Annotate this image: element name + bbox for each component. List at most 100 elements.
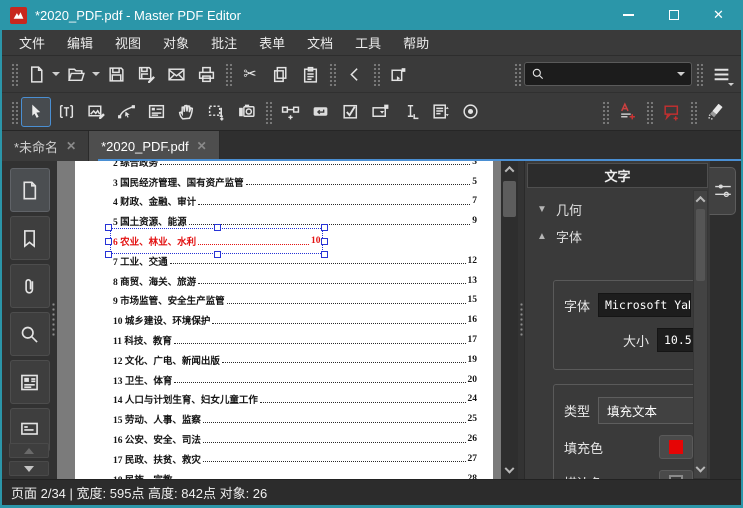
- toc-row[interactable]: 12 文化、广电、新闻出版 19: [113, 350, 477, 370]
- toc-row[interactable]: 13 卫生、体育 20: [113, 370, 477, 390]
- print-button[interactable]: [191, 59, 221, 89]
- toolbar-grip[interactable]: [264, 99, 272, 124]
- search-dropdown-icon[interactable]: [677, 72, 685, 76]
- stroke-color-button[interactable]: [659, 470, 693, 479]
- selection-handle[interactable]: [321, 238, 329, 246]
- tab-close-icon[interactable]: ✕: [197, 139, 207, 153]
- edit-text-tool[interactable]: [51, 97, 81, 127]
- email-button[interactable]: [161, 59, 191, 89]
- toc-row[interactable]: 18 民族、宗教 28: [113, 469, 477, 479]
- properties-flyout-tab[interactable]: [709, 167, 736, 215]
- panel-scrollbar[interactable]: [693, 190, 708, 479]
- toc-row[interactable]: 17 民政、扶贫、救灾 27: [113, 449, 477, 469]
- text-type-dropdown[interactable]: 填充文本: [598, 397, 699, 424]
- sidebar-scroll-down-button[interactable]: [9, 461, 49, 476]
- toc-row[interactable]: 9 市场监管、安全生产监管 15: [113, 291, 477, 311]
- edit-forms-tool[interactable]: [141, 97, 171, 127]
- undo-back-button[interactable]: [339, 59, 369, 89]
- toc-row[interactable]: 2 综合政务 3: [113, 161, 477, 172]
- tab-2020-pdf[interactable]: *2020_PDF.pdf ✕: [89, 131, 220, 161]
- toolbar-grip[interactable]: [10, 99, 18, 124]
- toolbar-grip[interactable]: [601, 99, 609, 124]
- main-menu-button[interactable]: [706, 59, 736, 89]
- cut-button[interactable]: ✂: [235, 59, 265, 89]
- form-fields-panel-button[interactable]: [9, 360, 50, 404]
- close-button[interactable]: ✕: [696, 0, 741, 30]
- menu-edit[interactable]: 编辑: [56, 30, 104, 55]
- menu-annotation[interactable]: 批注: [200, 30, 248, 55]
- toc-row[interactable]: 6 农业、林业、水利 10: [105, 224, 329, 258]
- open-button[interactable]: [61, 59, 91, 89]
- radiobutton-tool[interactable]: [455, 97, 485, 127]
- pdf-page[interactable]: 2 综合政务 3 3 国民经济管理、国有资产监管 5 4 财政、金融、审计 7 …: [75, 161, 493, 479]
- selection-handle[interactable]: [321, 250, 329, 258]
- selection-handle[interactable]: [321, 224, 329, 232]
- selection-handle[interactable]: [213, 250, 221, 258]
- sidebar-scroll-up-button[interactable]: [9, 443, 49, 458]
- add-text-tool[interactable]: [612, 97, 642, 127]
- panel-scroll-up-button[interactable]: [694, 191, 707, 207]
- maximize-button[interactable]: [651, 0, 696, 30]
- checkbox-tool[interactable]: [335, 97, 365, 127]
- toolbar-grip[interactable]: [695, 62, 703, 86]
- toolbar-grip[interactable]: [689, 99, 697, 124]
- fill-color-button[interactable]: [659, 435, 693, 459]
- toc-row[interactable]: 16 公安、安全、司法 26: [113, 429, 477, 449]
- select-tool[interactable]: [21, 96, 51, 127]
- eraser-highlighter-tool[interactable]: [700, 97, 730, 127]
- menu-view[interactable]: 视图: [104, 30, 152, 55]
- hand-tool[interactable]: [171, 97, 201, 127]
- toolbar-grip[interactable]: [645, 99, 653, 124]
- scroll-up-button[interactable]: [501, 161, 518, 177]
- menu-document[interactable]: 文档: [296, 30, 344, 55]
- font-section-header[interactable]: ▲ 字体: [537, 223, 690, 250]
- panel-scroll-down-button[interactable]: [694, 462, 707, 478]
- toolbar-grip[interactable]: [513, 62, 521, 86]
- search-input[interactable]: [550, 67, 672, 81]
- font-name-field[interactable]: Microsoft YaHei: [598, 293, 691, 317]
- toc-row[interactable]: 15 劳动、人事、监察 25: [113, 409, 477, 429]
- edit-image-tool[interactable]: [81, 97, 111, 127]
- paste-button[interactable]: [295, 59, 325, 89]
- scrollbar-thumb[interactable]: [503, 181, 516, 217]
- app-logo-icon[interactable]: [10, 6, 27, 24]
- link-tool[interactable]: [275, 97, 305, 127]
- open-dropdown[interactable]: [91, 59, 101, 89]
- tab-untitled[interactable]: *未命名 ✕: [2, 131, 90, 161]
- selection-handle[interactable]: [213, 224, 221, 232]
- selection-handle[interactable]: [105, 224, 112, 232]
- document-scrollbar[interactable]: [501, 161, 518, 479]
- textfield-tool[interactable]: [395, 97, 425, 127]
- menu-file[interactable]: 文件: [8, 30, 56, 55]
- save-button[interactable]: [101, 59, 131, 89]
- selection-handle[interactable]: [105, 238, 112, 246]
- tab-close-icon[interactable]: ✕: [66, 139, 76, 153]
- attachments-panel-button[interactable]: [9, 264, 50, 308]
- menu-help[interactable]: 帮助: [392, 30, 440, 55]
- toolbar-grip[interactable]: [224, 62, 232, 86]
- toolbar-grip[interactable]: [10, 62, 18, 86]
- sidebar-splitter[interactable]: [51, 302, 56, 338]
- toolbar-grip[interactable]: [372, 62, 380, 86]
- minimize-button[interactable]: [606, 0, 651, 30]
- workspace-button[interactable]: [383, 59, 413, 89]
- new-document-button[interactable]: [21, 59, 51, 89]
- toc-row[interactable]: 7 工业、交通 12: [113, 251, 477, 271]
- toolbar-grip[interactable]: [328, 62, 336, 86]
- geometry-section-header[interactable]: ▼ 几何: [537, 196, 690, 223]
- menu-object[interactable]: 对象: [152, 30, 200, 55]
- copy-button[interactable]: [265, 59, 295, 89]
- menu-tools[interactable]: 工具: [344, 30, 392, 55]
- combobox-tool[interactable]: [365, 97, 395, 127]
- toc-row[interactable]: 3 国民经济管理、国有资产监管 5: [113, 172, 477, 192]
- scroll-down-button[interactable]: [501, 463, 518, 479]
- selection-handle[interactable]: [105, 250, 112, 258]
- toc-row[interactable]: 14 人口与计划生育、妇女儿童工作 24: [113, 390, 477, 410]
- toc-row[interactable]: 11 科技、教育 17: [113, 330, 477, 350]
- panel-scrollbar-thumb[interactable]: [696, 209, 705, 281]
- toc-row[interactable]: 4 财政、金融、审计 7: [113, 192, 477, 212]
- menu-forms[interactable]: 表单: [248, 30, 296, 55]
- save-as-button[interactable]: [131, 59, 161, 89]
- toc-row[interactable]: 10 城乡建设、环境保护 16: [113, 310, 477, 330]
- search-panel-button[interactable]: [9, 312, 50, 356]
